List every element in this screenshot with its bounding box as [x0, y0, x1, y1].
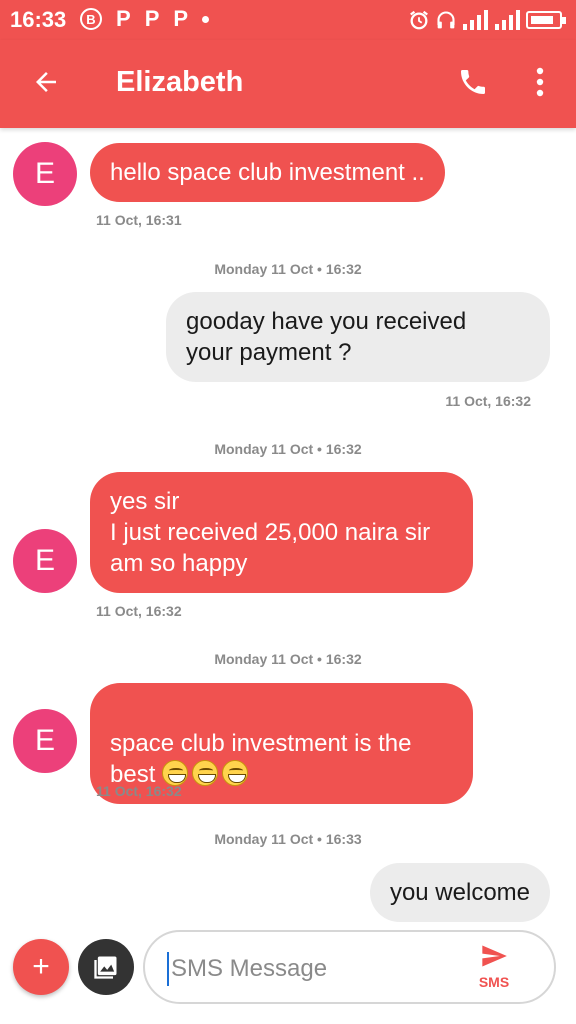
conversation-title: Elizabeth: [116, 66, 244, 98]
more-options-button[interactable]: [522, 62, 558, 102]
headphones-icon: [437, 11, 455, 29]
p-notification-icon: P: [173, 6, 189, 31]
incoming-message-bubble[interactable]: hello space club investment ..: [90, 143, 445, 202]
date-separator: Monday 11 Oct • 16:32: [214, 651, 362, 667]
status-time: 16:33: [10, 7, 67, 32]
b-circle-icon: B: [80, 8, 102, 30]
dot-icon: [202, 15, 210, 23]
outgoing-message-bubble[interactable]: gooday have you received your payment ?: [166, 292, 550, 382]
date-separator: Monday 11 Oct • 16:32: [214, 261, 362, 277]
status-bar: 16:33 B P P P: [0, 0, 576, 40]
outgoing-message-bubble[interactable]: you welcome: [369, 863, 550, 922]
alarm-icon: [410, 10, 428, 30]
gallery-button[interactable]: [78, 939, 134, 995]
send-button[interactable]: SMS: [471, 942, 517, 998]
message-text: space club investment is the best: [110, 730, 412, 788]
date-separator: Monday 11 Oct • 16:33: [214, 831, 362, 847]
send-icon: [482, 945, 507, 967]
call-button[interactable]: [453, 62, 493, 102]
arrow-left-icon: [36, 72, 56, 92]
status-left-icons: B P P P: [80, 6, 210, 31]
add-attachment-button[interactable]: +: [13, 939, 69, 995]
p-notification-icon: P: [116, 6, 131, 31]
grinning-face-icon: [222, 760, 249, 786]
phone-icon: [461, 70, 485, 94]
message-timestamp: 11 Oct, 16:32: [445, 393, 531, 409]
incoming-message-bubble[interactable]: yes sir I just received 25,000 naira sir…: [90, 472, 473, 593]
signal-icon: [463, 10, 488, 30]
more-vert-icon: [536, 67, 544, 97]
avatar[interactable]: E: [13, 529, 77, 593]
avatar[interactable]: E: [13, 709, 77, 773]
status-right-icons: [408, 9, 566, 31]
message-timestamp: 11 Oct, 16:31: [96, 212, 182, 228]
message-timestamp: 11 Oct, 16:32: [96, 783, 182, 799]
message-composer: SMS: [143, 930, 556, 1004]
message-timestamp: 11 Oct, 16:32: [96, 603, 182, 619]
grinning-face-icon: [192, 760, 219, 786]
sms-message-input[interactable]: [167, 952, 447, 986]
send-label: SMS: [478, 974, 510, 990]
date-separator: Monday 11 Oct • 16:32: [214, 441, 362, 457]
signal-icon: [495, 10, 520, 30]
back-button[interactable]: [26, 62, 66, 102]
app-bar: Elizabeth: [0, 40, 576, 128]
p-notification-icon: P: [144, 6, 160, 31]
gallery-icon: [94, 956, 117, 979]
avatar[interactable]: E: [13, 142, 77, 206]
battery-icon: [526, 11, 566, 29]
